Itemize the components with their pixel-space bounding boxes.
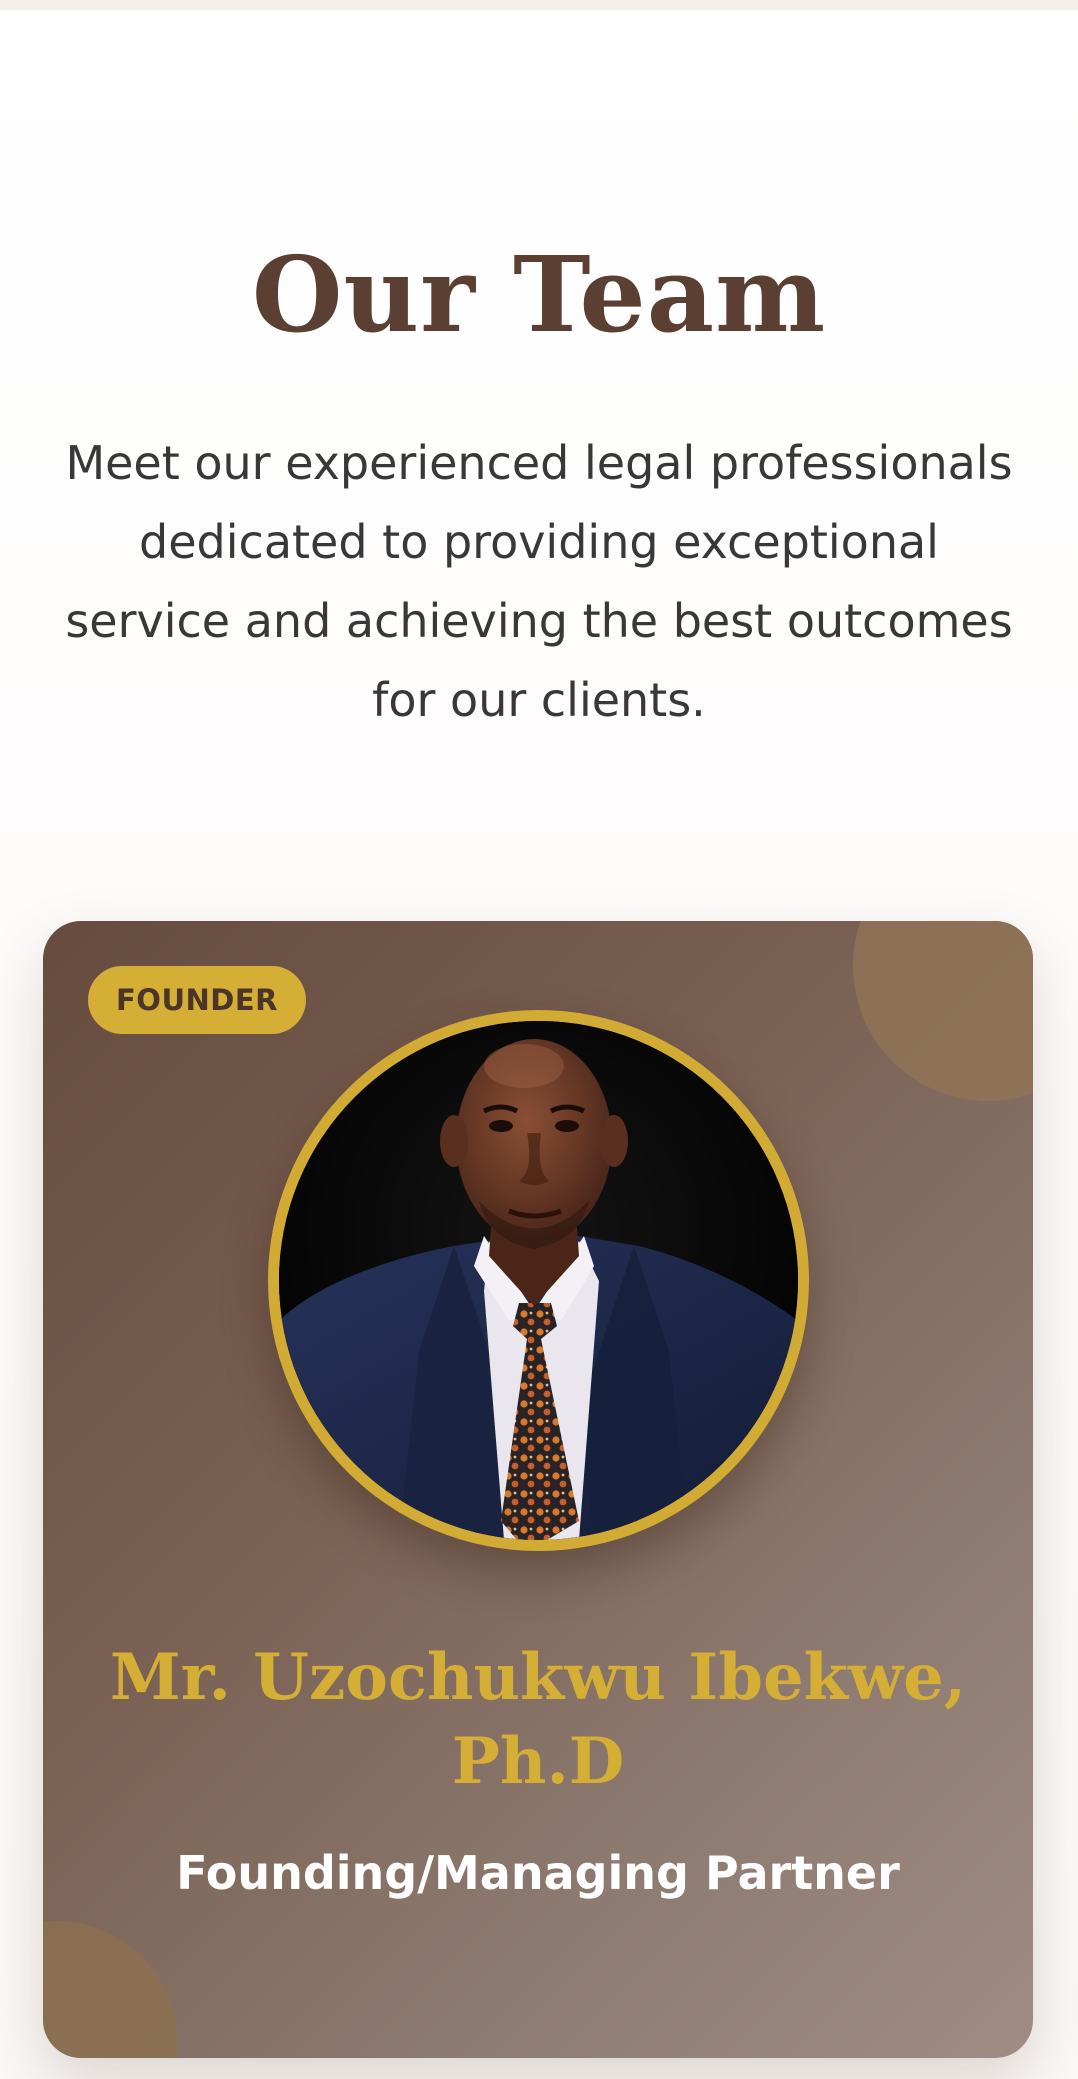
team-section: Our Team Meet our experienced legal prof… [0, 10, 1078, 2079]
decorative-circle [43, 1921, 178, 2058]
team-member-card[interactable]: FOUNDER Mr. Uzochukwu Ibekwe, Ph.D Found… [43, 921, 1033, 2058]
section-description: Meet our experienced legal professionals… [65, 436, 1013, 727]
member-name: Mr. Uzochukwu Ibekwe, Ph.D [109, 1640, 967, 1799]
member-photo-frame [268, 1010, 809, 1551]
member-photo [279, 1021, 798, 1540]
member-role: Founding/Managing Partner [176, 1846, 900, 1900]
portrait-photo [279, 1021, 798, 1540]
top-strip [0, 0, 1078, 10]
decorative-circle [853, 921, 1033, 1101]
founder-badge: FOUNDER [88, 966, 306, 1034]
section-title: Our Team [251, 233, 827, 356]
